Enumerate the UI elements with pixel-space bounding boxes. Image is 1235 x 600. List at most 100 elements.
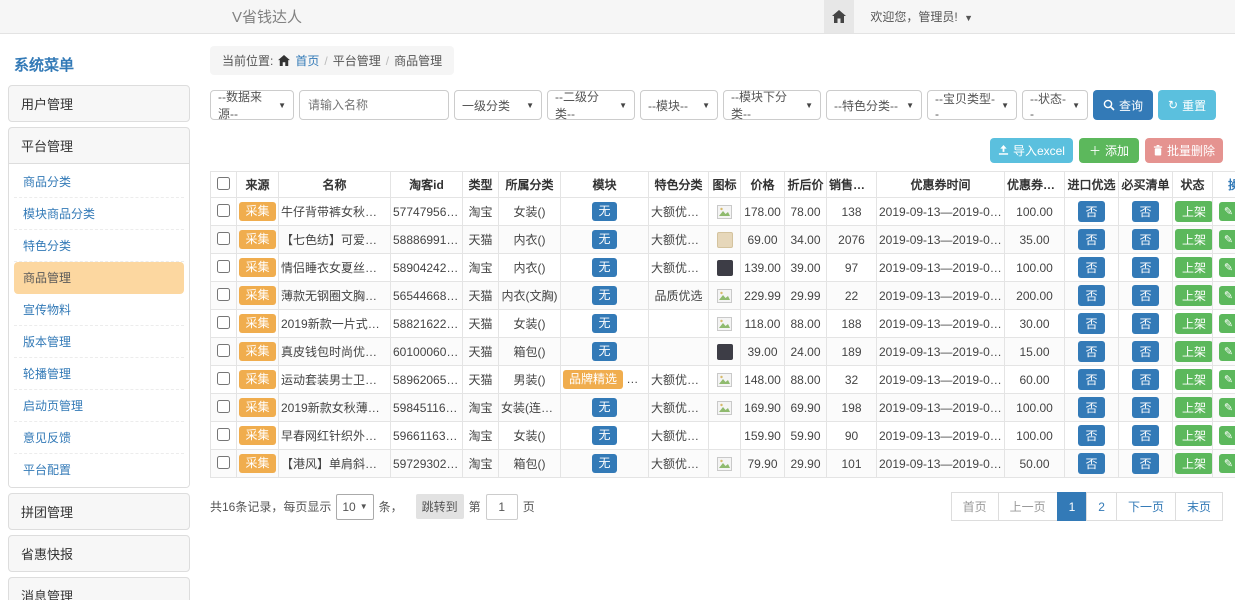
import-select-toggle[interactable]: 否	[1078, 257, 1104, 278]
edit-button[interactable]: ✎	[1219, 202, 1235, 221]
name-search-input[interactable]	[299, 90, 449, 120]
status-button[interactable]: 上架	[1175, 369, 1213, 390]
sidebar-item-version-mgmt[interactable]: 版本管理	[14, 326, 184, 358]
category2-select[interactable]: --二级分类--▼	[547, 90, 635, 120]
must-buy-toggle[interactable]: 否	[1132, 313, 1158, 334]
row-checkbox[interactable]	[217, 344, 230, 357]
reset-button[interactable]: ↻ 重置	[1158, 90, 1216, 120]
must-buy-toggle[interactable]: 否	[1132, 201, 1158, 222]
status-button[interactable]: 上架	[1175, 341, 1213, 362]
import-select-toggle[interactable]: 否	[1078, 285, 1104, 306]
must-buy-toggle[interactable]: 否	[1132, 285, 1158, 306]
category1-select[interactable]: 一级分类▼	[454, 90, 542, 120]
first-page-button[interactable]: 首页	[951, 492, 999, 521]
status-button[interactable]: 上架	[1175, 229, 1213, 250]
home-button[interactable]	[824, 0, 854, 33]
row-checkbox[interactable]	[217, 372, 230, 385]
status-button[interactable]: 上架	[1175, 453, 1213, 474]
row-checkbox[interactable]	[217, 232, 230, 245]
status-button[interactable]: 上架	[1175, 397, 1213, 418]
sidebar-item-module-product-category[interactable]: 模块商品分类	[14, 198, 184, 230]
must-buy-toggle[interactable]: 否	[1132, 425, 1158, 446]
app-title: V省钱达人	[232, 6, 302, 27]
import-select-toggle[interactable]: 否	[1078, 453, 1104, 474]
page-1-button[interactable]: 1	[1057, 492, 1088, 521]
sidebar-item-feedback[interactable]: 意见反馈	[14, 422, 184, 454]
edit-button[interactable]: ✎	[1219, 370, 1235, 389]
user-menu[interactable]: 欢迎您，管理员! ▼	[870, 8, 973, 25]
category: 女装()	[499, 422, 561, 450]
sidebar-item-groupbuy-mgmt[interactable]: 拼团管理	[9, 494, 189, 529]
edit-button[interactable]: ✎	[1219, 342, 1235, 361]
item-type-select[interactable]: --宝贝类型--▼	[927, 90, 1017, 120]
import-select-toggle[interactable]: 否	[1078, 313, 1104, 334]
page-2-button[interactable]: 2	[1086, 492, 1117, 521]
sales-count: 189	[827, 338, 877, 366]
row-checkbox[interactable]	[217, 288, 230, 301]
import-select-toggle[interactable]: 否	[1078, 425, 1104, 446]
sidebar-item-promo-material[interactable]: 宣传物料	[14, 294, 184, 326]
import-select-toggle[interactable]: 否	[1078, 229, 1104, 250]
sidebar-item-savings-news[interactable]: 省惠快报	[9, 536, 189, 571]
sidebar-item-carousel-mgmt[interactable]: 轮播管理	[14, 358, 184, 390]
status-select[interactable]: --状态--▼	[1022, 90, 1088, 120]
edit-button[interactable]: ✎	[1219, 286, 1235, 305]
sidebar-item-splash-mgmt[interactable]: 启动页管理	[14, 390, 184, 422]
must-buy-toggle[interactable]: 否	[1132, 453, 1158, 474]
row-checkbox[interactable]	[217, 400, 230, 413]
module-sub-select[interactable]: --模块下分类--▼	[723, 90, 821, 120]
sidebar-item-product-mgmt[interactable]: 商品管理	[14, 262, 184, 294]
batch-delete-button[interactable]: 批量删除	[1145, 138, 1223, 163]
sidebar-item-message-mgmt[interactable]: 消息管理	[9, 578, 189, 600]
must-buy-toggle[interactable]: 否	[1132, 341, 1158, 362]
import-excel-button[interactable]: 导入excel	[990, 138, 1073, 163]
must-buy-toggle[interactable]: 否	[1132, 397, 1158, 418]
data-source-select[interactable]: --数据来源--▼	[210, 90, 294, 120]
row-checkbox[interactable]	[217, 456, 230, 469]
edit-button[interactable]: ✎	[1219, 398, 1235, 417]
sidebar-item-platform-mgmt[interactable]: 平台管理	[9, 128, 189, 163]
edit-button[interactable]: ✎	[1219, 314, 1235, 333]
import-select-toggle[interactable]: 否	[1078, 341, 1104, 362]
row-checkbox[interactable]	[217, 316, 230, 329]
must-buy-toggle[interactable]: 否	[1132, 257, 1158, 278]
status-button[interactable]: 上架	[1175, 257, 1213, 278]
status-button[interactable]: 上架	[1175, 313, 1213, 334]
edit-button[interactable]: ✎	[1219, 454, 1235, 473]
table-toolbar: 导入excel ＋ 添加 批量删除	[210, 138, 1223, 163]
jump-to-button[interactable]: 跳转到	[416, 494, 464, 519]
page-number-input[interactable]	[486, 494, 518, 520]
sidebar-item-user-mgmt[interactable]: 用户管理	[9, 86, 189, 121]
row-checkbox[interactable]	[217, 204, 230, 217]
must-buy-toggle[interactable]: 否	[1132, 369, 1158, 390]
status-button[interactable]: 上架	[1175, 425, 1213, 446]
sidebar-item-feature-category[interactable]: 特色分类	[14, 230, 184, 262]
per-page-select[interactable]: 10 ▼	[336, 494, 373, 520]
prev-page-button[interactable]: 上一页	[998, 492, 1058, 521]
select-all-checkbox[interactable]	[217, 177, 230, 190]
import-select-toggle[interactable]: 否	[1078, 369, 1104, 390]
edit-button[interactable]: ✎	[1219, 230, 1235, 249]
status-button[interactable]: 上架	[1175, 285, 1213, 306]
import-select-toggle[interactable]: 否	[1078, 201, 1104, 222]
last-page-button[interactable]: 末页	[1175, 492, 1223, 521]
module-select[interactable]: --模块--▼	[640, 90, 718, 120]
discount-price: 34.00	[785, 226, 827, 254]
icon-cell	[709, 254, 741, 282]
must-buy-toggle[interactable]: 否	[1132, 229, 1158, 250]
next-page-button[interactable]: 下一页	[1116, 492, 1176, 521]
query-button[interactable]: 查询	[1093, 90, 1153, 120]
sidebar-item-product-category[interactable]: 商品分类	[14, 166, 184, 198]
row-checkbox[interactable]	[217, 428, 230, 441]
import-select-toggle[interactable]: 否	[1078, 397, 1104, 418]
add-button[interactable]: ＋ 添加	[1079, 138, 1139, 163]
status-button[interactable]: 上架	[1175, 201, 1213, 222]
edit-button[interactable]: ✎	[1219, 258, 1235, 277]
sidebar-item-platform-config[interactable]: 平台配置	[14, 454, 184, 485]
breadcrumb-home-link[interactable]: 首页	[295, 52, 319, 69]
feature-category-select[interactable]: --特色分类--▼	[826, 90, 922, 120]
edit-button[interactable]: ✎	[1219, 426, 1235, 445]
icon-cell	[709, 282, 741, 310]
row-checkbox[interactable]	[217, 260, 230, 273]
taoke-id: 601000601341	[391, 338, 463, 366]
